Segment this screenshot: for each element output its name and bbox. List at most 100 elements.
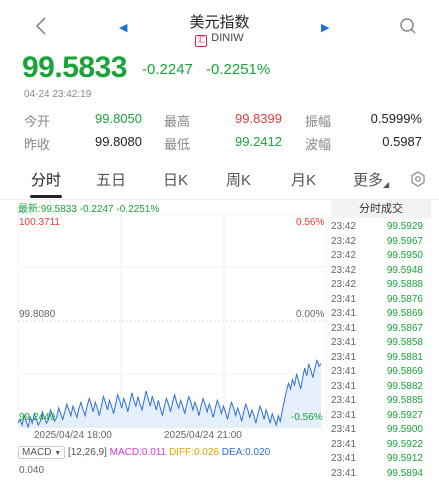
trade-price: 99.5894: [386, 467, 423, 479]
trade-row: 23:41 99.5876: [331, 294, 423, 308]
stat-range-label: 波幅: [305, 137, 332, 152]
trade-row: 23:41 99.5912: [331, 453, 423, 467]
stat-prevclose-label: 昨收: [24, 137, 51, 152]
trade-row: 23:41 99.5885: [331, 395, 423, 409]
trade-row: 23:41 99.5869: [331, 308, 423, 322]
stat-open-value: 99.8050: [95, 111, 142, 126]
trade-price: 99.5876: [386, 293, 423, 305]
trade-time: 23:41: [331, 293, 357, 305]
trade-time: 23:42: [331, 221, 357, 232]
trade-price: 99.5881: [386, 351, 423, 363]
trade-time: 23:41: [331, 395, 357, 406]
trade-row: 23:41 99.5927: [331, 410, 423, 424]
next-symbol-icon[interactable]: ▶: [321, 21, 329, 34]
dropdown-arrow-icon: ◢: [383, 180, 390, 189]
stat-low-label: 最低: [164, 137, 191, 152]
trade-row: 23:42 99.5929: [331, 221, 423, 235]
search-icon[interactable]: [399, 17, 417, 35]
active-tab-underline: [30, 195, 62, 198]
trade-price: 99.5922: [386, 438, 423, 450]
diff-value: DIFF:0.026: [168, 447, 219, 458]
chevron-down-icon: ▼: [54, 450, 62, 457]
intraday-chart[interactable]: [18, 214, 327, 428]
prev-symbol-icon[interactable]: ◀: [119, 21, 127, 34]
page-title: 美元指数: [189, 14, 250, 31]
pct-axis-mid-label: 0.00%: [296, 309, 325, 320]
trade-row: 23:41 99.5858: [331, 337, 423, 351]
trade-row: 23:42 99.5948: [331, 265, 423, 279]
trade-price: 99.5948: [386, 264, 423, 276]
trade-row: 23:42 99.5888: [331, 279, 423, 293]
trade-row: 23:41 99.5881: [331, 352, 423, 366]
header-bar: 美元指数 汇 DINIW ◀ ▶: [0, 0, 439, 54]
trade-row: 23:41 99.5869: [331, 366, 423, 380]
trade-time: 23:41: [331, 366, 357, 377]
macd-y-top-label: 0.040: [19, 465, 45, 476]
trade-row: 23:41 99.5900: [331, 424, 423, 438]
trade-price: 99.5927: [386, 409, 423, 421]
trade-price: 99.5967: [386, 235, 423, 247]
indicator-select[interactable]: MACD ▼: [18, 446, 66, 459]
macd-value: MACD:0.011: [109, 447, 167, 458]
trade-price: 99.5885: [386, 395, 423, 406]
symbol-code-text: DINIW: [211, 32, 244, 44]
tab-more[interactable]: 更多◢: [353, 169, 389, 190]
x-axis-label: 2025/04/24 21:00: [164, 430, 242, 441]
latest-quote-line: 最新:99.5833 -0.2247 -0.2251%: [18, 204, 160, 215]
trade-price: 99.5888: [386, 279, 423, 290]
tab-more-label: 更多: [353, 172, 384, 189]
trade-price: 99.5950: [386, 250, 423, 261]
trade-price: 99.5867: [386, 322, 423, 334]
trade-time: 23:41: [331, 351, 357, 363]
y-axis-min-label: 99.2449: [19, 412, 56, 423]
tab-five-day[interactable]: 五日: [96, 169, 126, 190]
trade-price: 99.5929: [386, 221, 423, 232]
trade-row: 23:42 99.5950: [331, 250, 423, 264]
pct-axis-min-label: -0.56%: [291, 412, 323, 423]
trade-price: 99.5858: [386, 337, 423, 348]
pct-axis-max-label: 0.56%: [296, 217, 325, 228]
tab-intraday[interactable]: 分时: [31, 169, 61, 190]
chart-frame: [18, 214, 327, 428]
trade-price: 99.5900: [386, 424, 423, 435]
trade-price: 99.5869: [386, 308, 423, 319]
last-price: 99.5833: [22, 51, 127, 84]
trade-time: 23:42: [331, 250, 357, 261]
price-change: -0.2247: [142, 61, 193, 78]
trade-time: 23:41: [331, 380, 357, 392]
trade-time: 23:41: [331, 438, 357, 450]
stat-open-label: 今开: [24, 114, 51, 129]
stat-range-value: 0.5987: [382, 134, 422, 149]
x-axis-label: 2025/04/24 18:00: [34, 430, 112, 441]
trade-time: 23:42: [331, 235, 357, 247]
trade-row: 23:42 99.5967: [331, 236, 423, 250]
settings-icon[interactable]: [410, 171, 426, 187]
trade-row: 23:41 99.5894: [331, 468, 423, 482]
trade-row: 23:41 99.5922: [331, 439, 423, 453]
tab-monthly-k[interactable]: 月K: [291, 169, 316, 190]
trade-time: 23:42: [331, 264, 357, 276]
trade-time: 23:41: [331, 308, 357, 319]
trade-time: 23:41: [331, 409, 357, 421]
macd-header: MACD ▼ [12,26,9] MACD:0.011 DIFF:0.026 D…: [18, 446, 270, 459]
trade-price: 99.5912: [386, 453, 423, 464]
currency-badge-icon: 汇: [195, 35, 208, 47]
tab-daily-k[interactable]: 日K: [163, 169, 188, 190]
stat-high-label: 最高: [164, 114, 191, 129]
chart-period-tabs: 分时 五日 日K 周K 月K 更多◢: [0, 159, 439, 200]
trades-title: 分时成交: [331, 200, 431, 218]
dea-value: DEA:0.020: [221, 447, 271, 458]
stat-amplitude-value: 0.5999%: [370, 111, 422, 126]
trade-time: 23:41: [331, 322, 357, 334]
trade-time: 23:41: [331, 424, 357, 435]
stat-amplitude-label: 振幅: [305, 114, 332, 129]
trade-row: 23:41 99.5882: [331, 381, 423, 395]
trade-time: 23:41: [331, 337, 357, 348]
trade-time: 23:41: [331, 467, 357, 479]
stat-high-value: 99.8399: [235, 111, 282, 126]
macd-params: [12,26,9]: [67, 447, 107, 458]
tab-weekly-k[interactable]: 周K: [226, 169, 251, 190]
trade-row: 23:41 99.5867: [331, 323, 423, 337]
trade-time: 23:41: [331, 453, 357, 464]
indicator-select-label: MACD: [22, 447, 52, 458]
